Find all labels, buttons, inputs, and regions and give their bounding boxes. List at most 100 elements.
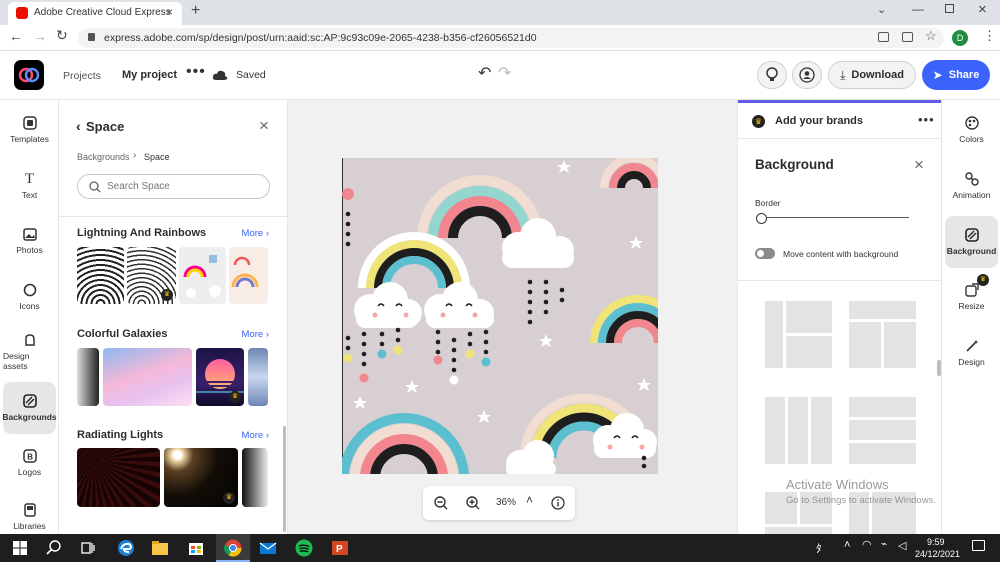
new-tab-icon[interactable]: +: [191, 2, 200, 20]
search-input[interactable]: [107, 179, 257, 194]
download-button[interactable]: ⤓ Download: [828, 61, 916, 89]
panel-close-icon[interactable]: ×: [259, 116, 269, 136]
thumb-galaxy-gray[interactable]: [77, 348, 99, 406]
spotify-icon[interactable]: [294, 538, 314, 558]
rail-item-resize[interactable]: Resize ♛: [945, 271, 998, 323]
back-icon[interactable]: ←: [9, 28, 23, 44]
rail-item-photos[interactable]: Photos: [3, 215, 56, 267]
thumb-galaxy-blue[interactable]: [248, 348, 268, 406]
zoom-out-icon[interactable]: [434, 496, 448, 510]
design-canvas[interactable]: [342, 158, 658, 474]
back-chevron-icon[interactable]: ‹: [76, 118, 81, 134]
background-close-icon[interactable]: ×: [914, 155, 924, 175]
thumb-rainbow-pattern-2[interactable]: ♛: [127, 247, 176, 304]
border-slider-track[interactable]: [761, 217, 909, 218]
zoom-chevron-up-icon[interactable]: ˄: [526, 493, 533, 507]
more-link-colorful-galaxies[interactable]: More ›: [242, 329, 269, 340]
info-icon[interactable]: [551, 496, 565, 510]
rail-item-background[interactable]: Background: [945, 216, 998, 268]
thumb-galaxy-synthwave-sun[interactable]: ♛: [196, 348, 244, 406]
powerpoint-icon[interactable]: P: [330, 538, 350, 558]
add-brands-title[interactable]: Add your brands: [775, 115, 863, 127]
microsoft-store-icon[interactable]: [186, 538, 206, 558]
premium-crown-icon: ♛: [161, 289, 173, 301]
taskbar-search-icon[interactable]: [44, 538, 64, 558]
maximize-icon[interactable]: [945, 4, 954, 13]
rail-item-animation[interactable]: Animation: [945, 160, 998, 212]
thumb-radiating-red[interactable]: [77, 448, 160, 507]
rail-item-design-assets[interactable]: Design assets: [3, 326, 56, 378]
brands-more-icon[interactable]: •••: [918, 112, 935, 127]
lightbulb-button[interactable]: [757, 61, 787, 89]
windows-taskbar: P ﾀ ˄ ◠ ⌁ ◁ 9:59 24/12/2021: [0, 534, 1000, 562]
clock-time[interactable]: 9:59: [927, 537, 945, 547]
hidden-icons-chevron-icon[interactable]: ˄: [844, 539, 850, 551]
windows-start-icon[interactable]: [10, 538, 30, 558]
wifi-icon[interactable]: ◠: [862, 538, 872, 551]
thumb-rainbow-pattern-1[interactable]: [77, 247, 124, 304]
mail-icon[interactable]: [258, 538, 278, 558]
thumb-rainbow-clouds[interactable]: [179, 247, 226, 304]
volume-icon[interactable]: ◁: [898, 539, 906, 552]
more-link-lightning-rainbows[interactable]: More ›: [242, 228, 269, 239]
url-field[interactable]: express.adobe.com/sp/design/post/urn:aai…: [78, 28, 944, 48]
rail-item-colors[interactable]: Colors: [945, 104, 998, 156]
install-icon[interactable]: [878, 32, 889, 42]
chrome-active-tile[interactable]: [216, 534, 250, 562]
invite-button[interactable]: [792, 61, 822, 89]
search-field[interactable]: [77, 174, 270, 199]
rail-label: Animation: [952, 190, 991, 200]
browser-menu-icon[interactable]: ⋮: [983, 28, 996, 44]
task-view-icon[interactable]: [78, 538, 98, 558]
close-window-icon[interactable]: ×: [978, 1, 987, 18]
forward-icon[interactable]: →: [33, 28, 47, 44]
zoom-in-icon[interactable]: [466, 496, 480, 510]
download-label: Download: [851, 69, 904, 81]
panel-scrollbar[interactable]: [283, 426, 286, 532]
project-name[interactable]: My project: [122, 69, 177, 81]
rail-item-icons[interactable]: Icons: [3, 271, 56, 323]
premium-crown-icon: ♛: [229, 391, 241, 403]
reload-icon[interactable]: ↻: [56, 27, 68, 44]
breadcrumb-root[interactable]: Backgrounds: [77, 152, 130, 162]
zoom-level[interactable]: 36%: [496, 497, 516, 508]
notifications-icon[interactable]: [972, 540, 985, 551]
rail-item-logos[interactable]: B Logos: [3, 437, 56, 489]
more-link-radiating-lights[interactable]: More ›: [242, 430, 269, 441]
move-content-toggle[interactable]: [755, 248, 775, 259]
premium-crown-icon: ♛: [223, 492, 235, 504]
profile-avatar[interactable]: D: [952, 30, 968, 46]
share-page-icon[interactable]: [902, 32, 913, 42]
minimize-icon[interactable]: —: [912, 2, 924, 16]
layout-option-3[interactable]: [765, 397, 832, 464]
tab-close-icon[interactable]: ×: [166, 5, 173, 19]
people-icon[interactable]: ﾀ: [816, 540, 822, 556]
layout-option-2[interactable]: [849, 301, 916, 368]
cc-express-logo[interactable]: [14, 60, 44, 90]
layout-option-4[interactable]: [849, 397, 916, 464]
projects-link[interactable]: Projects: [63, 70, 101, 82]
share-button[interactable]: ➤ Share: [922, 60, 990, 90]
thumb-galaxy-pink-clouds[interactable]: [103, 348, 192, 406]
thumb-radiating-spotlight[interactable]: ♛: [164, 448, 238, 507]
undo-icon[interactable]: ↶: [478, 63, 491, 83]
file-explorer-icon[interactable]: [150, 538, 170, 558]
layout-option-1[interactable]: [765, 301, 832, 368]
thumb-rainbow-pastel[interactable]: [229, 247, 268, 304]
rail-item-templates[interactable]: Templates: [3, 104, 56, 156]
thumb-radiating-gray[interactable]: [242, 448, 268, 507]
redo-icon[interactable]: ↷: [498, 63, 511, 83]
bookmark-star-icon[interactable]: ☆: [925, 28, 937, 44]
rail-item-text[interactable]: T Text: [3, 160, 56, 212]
edge-browser-icon[interactable]: [116, 538, 136, 558]
clock-date[interactable]: 24/12/2021: [915, 549, 960, 559]
more-options-icon[interactable]: •••: [186, 63, 206, 81]
rail-item-design[interactable]: Design: [945, 327, 998, 379]
panel-divider: [738, 280, 942, 281]
border-slider-handle[interactable]: [756, 213, 767, 224]
tab-list-icon[interactable]: ⌄: [877, 3, 886, 16]
activate-windows-subtitle: Go to Settings to activate Windows.: [786, 495, 936, 506]
browser-tab[interactable]: Adobe Creative Cloud Express ×: [8, 2, 182, 25]
rail-item-backgrounds[interactable]: Backgrounds: [2, 382, 57, 434]
network-icon[interactable]: ⌁: [881, 539, 887, 550]
